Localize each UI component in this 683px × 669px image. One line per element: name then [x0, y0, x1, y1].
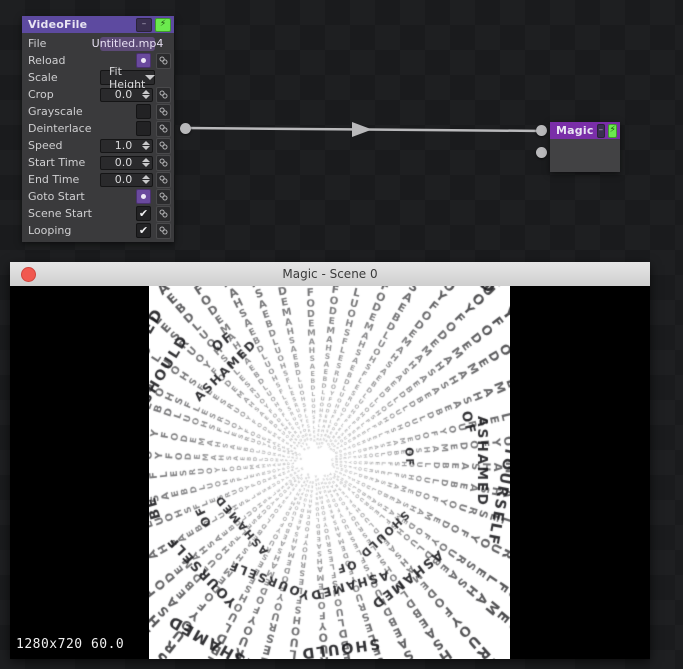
param-row: Scale Fit Height [22, 65, 174, 91]
param-label: File [28, 37, 47, 50]
number-field[interactable]: 1.0 [100, 138, 153, 153]
link-placeholder [158, 37, 171, 51]
param-row: Reload [22, 52, 174, 69]
link-icon[interactable] [156, 86, 171, 103]
preview-titlebar[interactable]: Magic - Scene 0 [10, 262, 650, 287]
param-label: End Time [28, 173, 80, 186]
link-icon[interactable] [156, 171, 171, 188]
radio-button[interactable] [136, 189, 151, 204]
param-label: Scene Start [28, 207, 92, 220]
magic-node-body [550, 139, 620, 172]
param-row: Deinterlace ✔ [22, 120, 174, 137]
link-icon[interactable] [156, 120, 171, 137]
text-field[interactable]: Untitled.mp4 [92, 36, 163, 51]
param-control[interactable]: 0.0 [100, 87, 153, 102]
stepper-arrows-icon[interactable] [142, 90, 150, 99]
node-magic[interactable]: Magic – ⚡ [550, 122, 620, 172]
link-icon[interactable] [156, 137, 171, 154]
link-placeholder [158, 71, 171, 85]
preview-window[interactable]: Magic - Scene 0 1280x720 60.0 [10, 262, 650, 659]
param-label: Crop [28, 88, 54, 101]
param-label: Deinterlace [28, 122, 92, 135]
number-value: 0.0 [114, 88, 133, 101]
stepper-arrows-icon[interactable] [142, 175, 150, 184]
param-row: Scene Start ✔ [22, 205, 174, 222]
param-label: Start Time [28, 156, 86, 169]
bolt-icon[interactable]: ⚡ [155, 17, 171, 32]
param-row: File Untitled.mp4 [22, 35, 174, 52]
minimize-icon[interactable]: – [136, 17, 152, 32]
link-icon[interactable] [156, 222, 171, 239]
param-row: End Time 0.0 [22, 171, 174, 188]
node-videofile[interactable]: VideoFile – ⚡ File Untitled.mp4 Reload Scal… [22, 16, 174, 242]
param-row: Goto Start [22, 188, 174, 205]
param-control[interactable]: ✔ [100, 121, 153, 136]
param-row: Start Time 0.0 [22, 154, 174, 171]
minimize-icon[interactable]: – [596, 123, 606, 138]
param-control[interactable]: ✔ [100, 223, 153, 238]
chevron-down-icon[interactable] [145, 75, 156, 80]
param-label: Looping [28, 224, 72, 237]
param-label: Grayscale [28, 105, 83, 118]
rendered-frame [149, 286, 510, 659]
checkbox[interactable]: ✔ [136, 223, 151, 238]
param-control[interactable]: ✔ [100, 104, 153, 119]
preview-window-title: Magic - Scene 0 [282, 267, 378, 281]
link-icon[interactable] [156, 154, 171, 171]
param-row: Grayscale ✔ [22, 103, 174, 120]
link-icon[interactable] [156, 205, 171, 222]
videofile-node-header[interactable]: VideoFile – ⚡ [22, 16, 174, 33]
param-control[interactable]: 0.0 [100, 155, 153, 170]
videofile-parameter-list: File Untitled.mp4 Reload Scale Fit Height Cro… [22, 33, 174, 242]
number-value: 0.0 [114, 156, 133, 169]
bolt-icon[interactable]: ⚡ [608, 123, 617, 138]
param-label: Goto Start [28, 190, 85, 203]
param-control[interactable] [100, 189, 153, 204]
param-label: Scale [28, 71, 58, 84]
videofile-output-port[interactable] [180, 123, 191, 134]
magic-node-title: Magic [556, 124, 594, 137]
number-field[interactable]: 0.0 [100, 87, 153, 102]
param-label: Speed [28, 139, 63, 152]
param-row: Speed 1.0 [22, 137, 174, 154]
link-icon[interactable] [156, 52, 171, 69]
checkbox[interactable]: ✔ [136, 121, 151, 136]
stepper-arrows-icon[interactable] [142, 158, 150, 167]
stepper-arrows-icon[interactable] [142, 141, 150, 150]
param-control[interactable]: Untitled.mp4 [92, 36, 163, 51]
param-control[interactable]: 0.0 [100, 172, 153, 187]
video-output-area[interactable]: 1280x720 60.0 [10, 286, 650, 659]
magic-input-port-2[interactable] [536, 147, 547, 158]
videofile-node-title: VideoFile [28, 18, 88, 31]
resolution-fps-overlay: 1280x720 60.0 [16, 637, 125, 652]
param-row: Crop 0.0 [22, 86, 174, 103]
number-value: 1.0 [114, 139, 133, 152]
link-icon[interactable] [156, 188, 171, 205]
param-label: Reload [28, 54, 66, 67]
number-value: 0.0 [114, 173, 133, 186]
number-field[interactable]: 0.0 [100, 172, 153, 187]
checkbox[interactable]: ✔ [136, 206, 151, 221]
link-icon[interactable] [156, 103, 171, 120]
magic-node-header[interactable]: Magic – ⚡ [550, 122, 620, 139]
checkbox[interactable]: ✔ [136, 104, 151, 119]
magic-input-port-1[interactable] [536, 125, 547, 136]
number-field[interactable]: 0.0 [100, 155, 153, 170]
param-control[interactable]: 1.0 [100, 138, 153, 153]
select-field[interactable]: Fit Height [100, 65, 156, 91]
param-control[interactable]: ✔ [100, 206, 153, 221]
param-row: Looping ✔ [22, 222, 174, 239]
param-control[interactable]: Fit Height [100, 65, 156, 91]
radial-text-visual [149, 286, 510, 659]
